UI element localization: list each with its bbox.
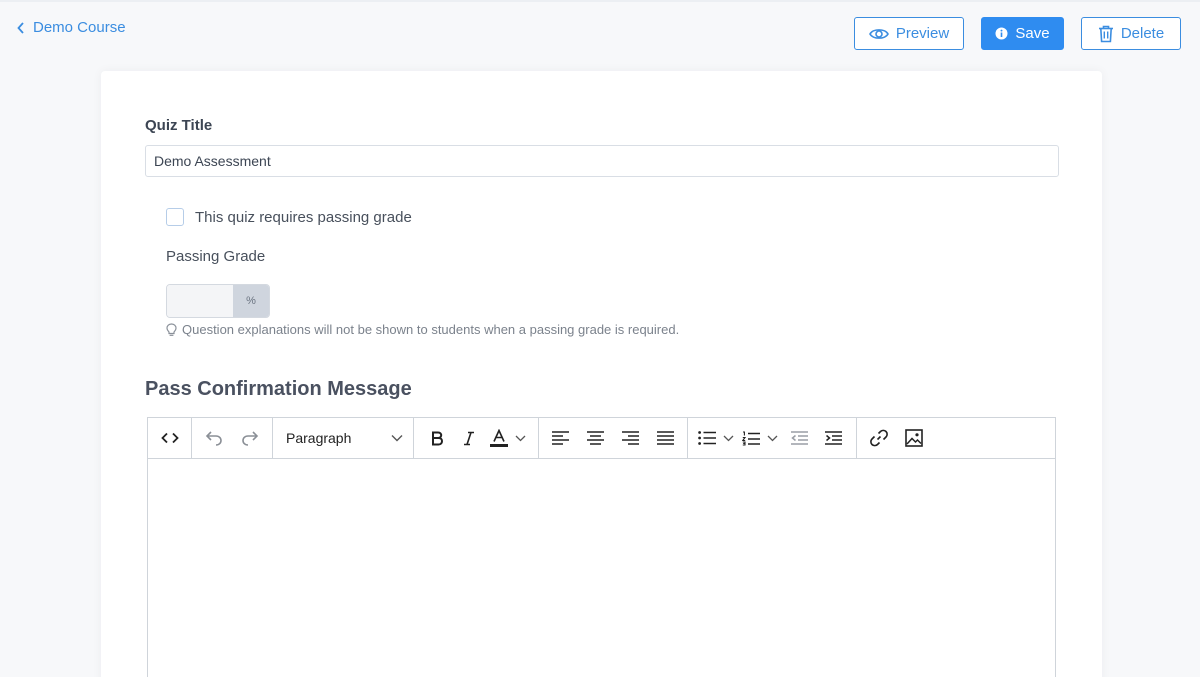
chevron-down-icon xyxy=(767,435,778,441)
justify-button[interactable] xyxy=(648,418,683,458)
toolbar-group-format: Paragraph xyxy=(273,418,414,458)
save-button[interactable]: Save xyxy=(981,17,1064,50)
toolbar-group-lists xyxy=(688,418,857,458)
back-link-label: Demo Course xyxy=(33,19,126,36)
link-icon xyxy=(869,429,888,447)
quiz-title-label: Quiz Title xyxy=(145,117,213,134)
text-color-icon xyxy=(490,429,508,447)
block-format-value: Paragraph xyxy=(286,430,352,446)
align-right-button[interactable] xyxy=(613,418,648,458)
toolbar-group-code xyxy=(148,418,192,458)
quiz-title-input[interactable]: Demo Assessment xyxy=(145,145,1059,177)
bullet-list-button[interactable] xyxy=(694,418,738,458)
italic-button[interactable] xyxy=(452,418,486,458)
passing-grade-checkbox-label: This quiz requires passing grade xyxy=(195,208,412,226)
rich-text-editor: Paragraph xyxy=(147,417,1056,677)
italic-icon xyxy=(464,431,474,445)
align-right-icon xyxy=(622,431,639,445)
outdent-button[interactable] xyxy=(782,418,816,458)
editor-toolbar: Paragraph xyxy=(148,418,1055,459)
align-justify-icon xyxy=(657,431,674,445)
image-icon xyxy=(904,429,923,447)
text-color-button[interactable] xyxy=(486,418,530,458)
passing-grade-checkbox[interactable] xyxy=(166,208,184,226)
align-center-icon xyxy=(587,431,604,445)
source-code-button[interactable] xyxy=(148,418,191,458)
chevron-left-icon xyxy=(17,21,24,34)
preview-button[interactable]: Preview xyxy=(854,17,964,50)
redo-icon xyxy=(242,431,259,446)
hint-text: Question explanations will not be shown … xyxy=(182,322,680,337)
passing-grade-input[interactable] xyxy=(167,285,233,317)
chevron-down-icon xyxy=(391,435,403,442)
passing-grade-hint: Question explanations will not be shown … xyxy=(166,322,679,337)
chevron-down-icon xyxy=(723,435,734,441)
toolbar-group-text-style xyxy=(414,418,539,458)
save-button-label: Save xyxy=(1015,25,1050,42)
info-icon xyxy=(995,27,1008,40)
outdent-icon xyxy=(790,431,808,445)
numbered-list-button[interactable] xyxy=(738,418,782,458)
align-left-button[interactable] xyxy=(543,418,578,458)
passing-grade-input-group: % xyxy=(166,284,270,318)
percent-suffix: % xyxy=(233,285,269,317)
pass-message-title: Pass Confirmation Message xyxy=(145,378,412,400)
insert-link-button[interactable] xyxy=(861,418,896,458)
eye-icon xyxy=(868,28,889,39)
numbered-list-icon xyxy=(742,430,760,446)
toolbar-group-alignment xyxy=(539,418,688,458)
trash-icon xyxy=(1098,25,1113,42)
delete-button[interactable]: Delete xyxy=(1081,17,1181,50)
indent-button[interactable] xyxy=(816,418,850,458)
insert-image-button[interactable] xyxy=(896,418,931,458)
undo-icon xyxy=(205,431,222,446)
passing-grade-checkbox-row[interactable]: This quiz requires passing grade xyxy=(166,208,412,226)
undo-button[interactable] xyxy=(196,418,232,458)
block-format-select[interactable]: Paragraph xyxy=(273,418,413,458)
align-left-icon xyxy=(552,431,569,445)
chevron-down-icon xyxy=(515,435,526,441)
delete-button-label: Delete xyxy=(1120,25,1165,42)
code-icon xyxy=(160,432,179,444)
bold-button[interactable] xyxy=(422,418,452,458)
quiz-form-card: Quiz Title Demo Assessment This quiz req… xyxy=(101,71,1102,677)
toolbar-group-insert xyxy=(857,418,935,458)
indent-icon xyxy=(824,431,842,445)
editor-content-area[interactable] xyxy=(148,459,1055,677)
toolbar-group-history xyxy=(192,418,273,458)
bold-icon xyxy=(432,431,443,445)
redo-button[interactable] xyxy=(232,418,268,458)
align-center-button[interactable] xyxy=(578,418,613,458)
back-link[interactable]: Demo Course xyxy=(17,19,126,36)
top-divider xyxy=(0,0,1200,2)
preview-button-label: Preview xyxy=(895,25,950,42)
passing-grade-label: Passing Grade xyxy=(166,248,266,265)
lightbulb-icon xyxy=(166,322,177,336)
quiz-title-value: Demo Assessment xyxy=(154,153,271,169)
bullet-list-icon xyxy=(698,431,716,445)
